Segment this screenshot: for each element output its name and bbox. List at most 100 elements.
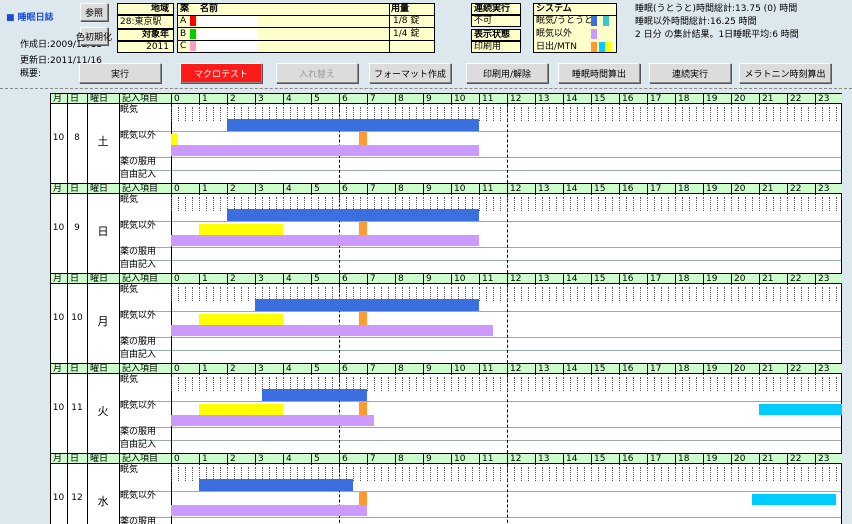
region-value[interactable]: 28:東京駅 [117,15,174,29]
quarter-tick [374,467,375,481]
awake-bar[interactable] [171,505,367,516]
hour-label: 6 [339,184,367,195]
hour-label: 11 [479,274,507,285]
color-swatch-doze[interactable] [603,16,609,26]
ref-button[interactable]: 参照 [80,3,108,21]
quarter-tick [507,197,508,211]
sleep-log-grid: 月日曜日 記入項目 0 1 2 3 4 5 6 7 8 9 10 11 12 13 14 15 16 17 18 19 20… [50,93,842,524]
color-swatch-sunrise[interactable] [591,42,597,52]
quarter-tick [458,377,459,391]
quarter-tick [752,467,753,481]
sunrise-marker[interactable] [358,221,367,235]
awake-bar[interactable] [171,235,479,246]
quarter-tick [640,287,641,301]
swap-button[interactable]: 入れ替え [276,63,358,83]
quarter-tick [822,287,823,301]
pre-sleep-bar[interactable] [199,314,283,325]
hour-label: 12 [507,94,535,105]
quarter-tick [647,107,648,121]
sleep-bar[interactable] [227,119,479,131]
quarter-tick [759,287,760,301]
quarter-tick [773,467,774,481]
day-month: 10 [52,403,65,413]
quarter-tick [654,377,655,391]
quarter-tick [584,467,585,481]
color-swatch-other[interactable] [591,29,597,39]
pre-sleep-bar[interactable] [171,134,178,145]
format-button[interactable]: フォーマット作成 [369,63,451,83]
melatonin-button[interactable]: メラトニン時刻算出 [739,63,831,83]
quarter-tick [591,467,592,481]
sleep-bar[interactable] [199,479,353,491]
quarter-tick [773,197,774,211]
med-name-field[interactable] [198,16,258,26]
med-color-swatch[interactable] [190,41,196,51]
hour-label: 23 [815,274,842,285]
row-label-sleepy: 眠気 [120,375,139,385]
quarter-tick [836,107,837,121]
med-color-swatch[interactable] [190,28,196,39]
quarter-tick [661,107,662,121]
med-name-field[interactable] [198,28,258,39]
hour-label: 12 [507,184,535,195]
row-label-sleepy: 眠気 [120,195,139,205]
display-value[interactable]: 印刷用 [471,41,521,53]
sleep-calc-button[interactable]: 睡眠時間算出 [558,63,640,83]
quarter-tick [570,377,571,391]
day-weekday: 月 [97,315,109,328]
sunrise-marker[interactable] [358,401,367,415]
pre-sleep-bar[interactable] [199,224,283,235]
quarter-tick [507,287,508,301]
sleep-bar[interactable] [262,389,367,401]
hour-label: 0 [171,94,199,105]
sleep-bar[interactable] [255,299,479,311]
quarter-tick [500,197,501,211]
melatonin-bar[interactable] [752,494,836,505]
quarter-tick [507,107,508,121]
hour-label: 8 [395,274,423,285]
awake-bar[interactable] [171,415,374,426]
sleep-bar[interactable] [227,209,479,221]
quarter-tick [591,107,592,121]
quarter-tick [220,107,221,121]
quarter-tick [241,287,242,301]
quarter-tick [724,467,725,481]
quarter-tick [619,377,620,391]
color-init-button[interactable]: 色初期化 [76,27,112,45]
med-color-swatch[interactable] [190,16,196,26]
row-label-other: 眠気以外 [120,491,157,501]
sunrise-marker[interactable] [358,131,367,145]
awake-bar[interactable] [171,325,493,336]
quarter-tick [801,377,802,391]
color-swatch-mtn2[interactable] [605,42,611,52]
sunrise-marker[interactable] [358,491,367,505]
hour-label: 9 [423,184,451,195]
pre-sleep-bar[interactable] [199,404,283,415]
row-line [119,311,842,312]
quarter-tick [675,197,676,211]
print-toggle-button[interactable]: 印刷用/解除 [466,63,548,83]
awake-bar[interactable] [171,145,479,156]
med-row-id: C [180,41,187,51]
quarter-tick [521,107,522,121]
cont-value[interactable]: 不可 [471,15,521,27]
run-button[interactable]: 実行 [79,63,161,83]
macro-test-button[interactable]: マクロテスト [180,63,262,83]
quarter-tick [619,197,620,211]
sunrise-marker[interactable] [358,311,367,325]
melatonin-bar[interactable] [759,404,842,415]
hour-label: 20 [731,454,759,465]
quarter-tick [220,287,221,301]
quarter-tick [402,377,403,391]
day-block: 月日曜日 記入項目 0 1 2 3 4 5 6 7 8 9 10 11 12 13 14 15 16 17 18 19 20… [50,273,842,364]
hour-label: 14 [563,274,591,285]
hour-label: 4 [283,184,311,195]
quarter-tick [689,377,690,391]
day-date: 8 [74,133,80,143]
color-swatch-sleep[interactable] [591,16,597,26]
med-name-field[interactable] [198,41,258,51]
quarter-tick [521,197,522,211]
year-value[interactable]: 2011 [117,41,174,53]
continuous-run-button[interactable]: 連続実行 [649,63,731,83]
quarter-tick [423,377,424,391]
